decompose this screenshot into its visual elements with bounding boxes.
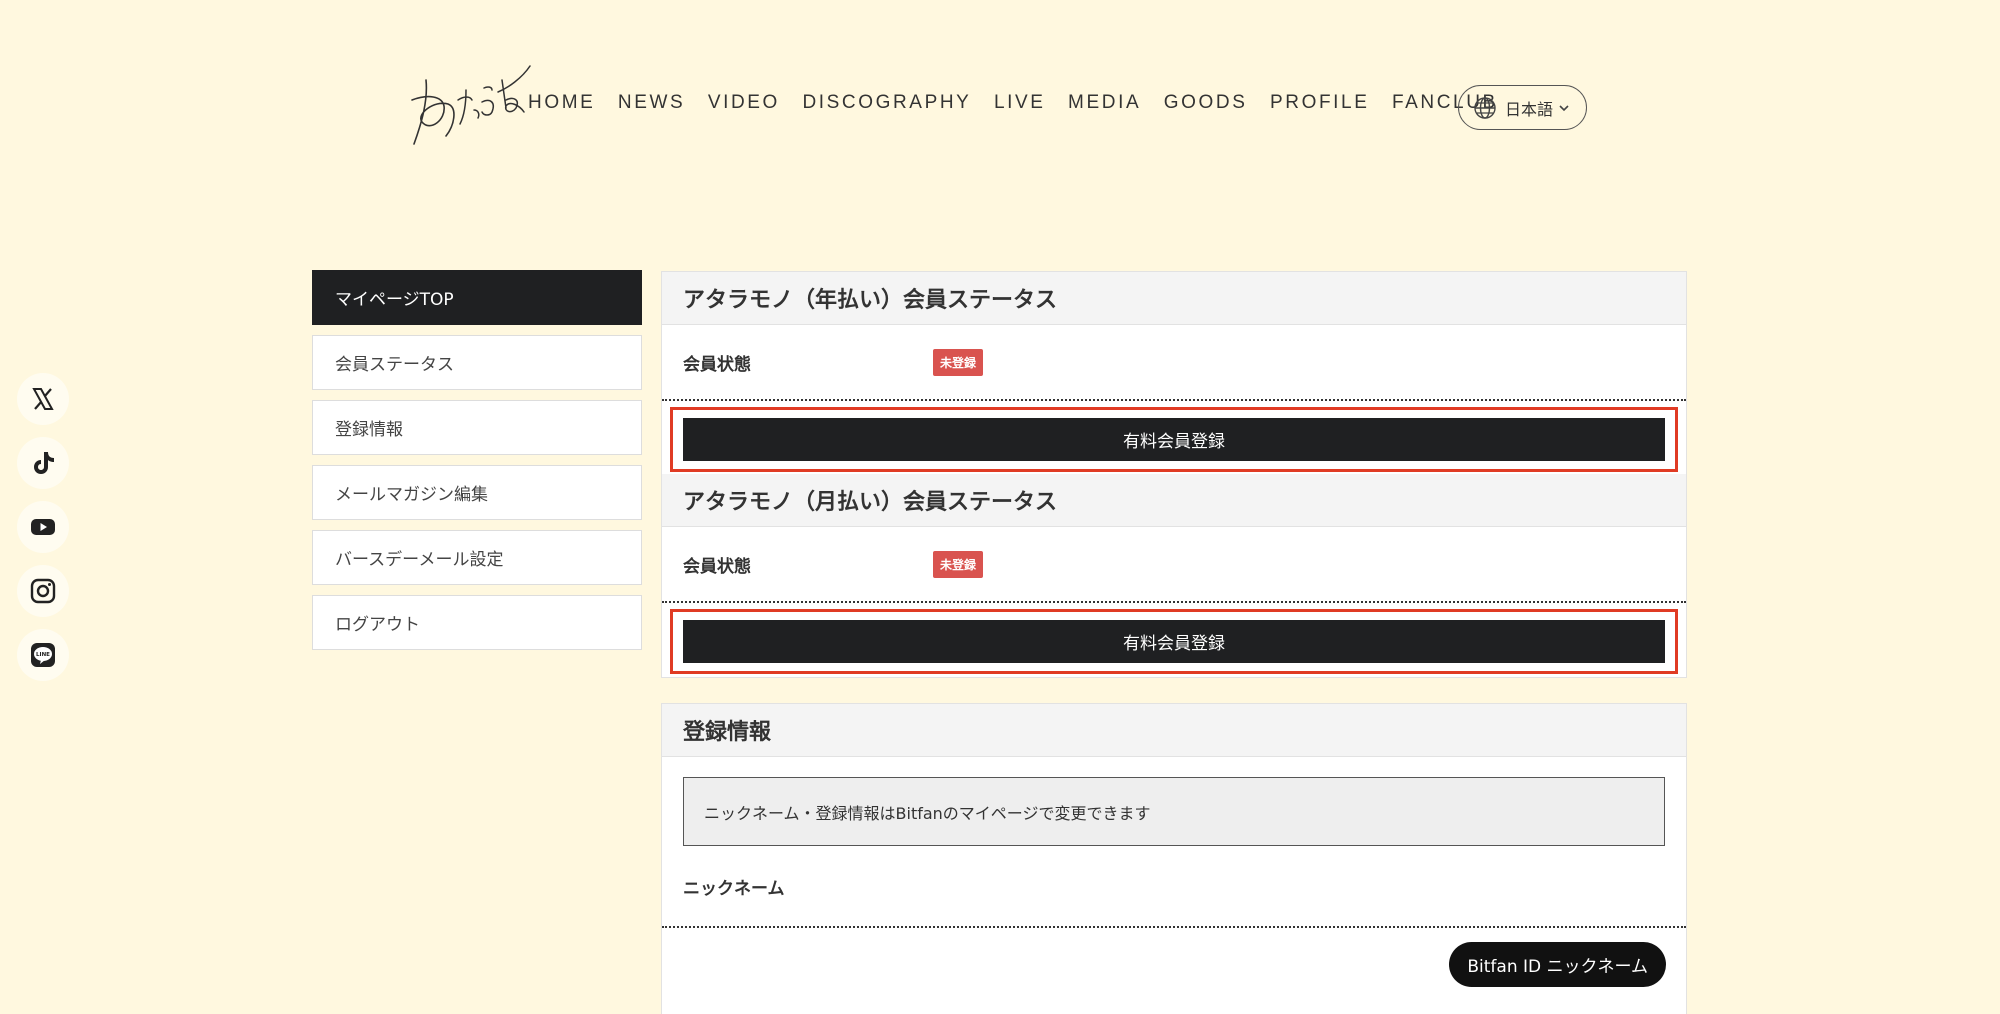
line-icon: LINE bbox=[31, 643, 55, 667]
annual-status-label: 会員状態 bbox=[683, 354, 751, 375]
nav-media[interactable]: MEDIA bbox=[1068, 92, 1141, 114]
nav-live[interactable]: LIVE bbox=[994, 92, 1046, 114]
youtube-link[interactable] bbox=[17, 501, 69, 553]
nav-profile[interactable]: PROFILE bbox=[1270, 92, 1370, 114]
tiktok-icon bbox=[34, 452, 54, 474]
nav-news[interactable]: NEWS bbox=[618, 92, 685, 114]
sidebar-item-birthday-mail[interactable]: バースデーメール設定 bbox=[312, 530, 642, 585]
atarayo-logo[interactable] bbox=[408, 60, 532, 148]
language-label: 日本語 bbox=[1505, 99, 1554, 119]
line-link[interactable]: LINE bbox=[17, 629, 69, 681]
annual-status-row: 会員状態 未登録 bbox=[662, 325, 1686, 401]
monthly-status-row: 会員状態 未登録 bbox=[662, 527, 1686, 603]
monthly-status-heading: アタラモノ（月払い）会員ステータス bbox=[662, 474, 1686, 527]
sidebar-item-logout[interactable]: ログアウト bbox=[312, 595, 642, 650]
language-selector[interactable]: 日本語 bbox=[1458, 85, 1587, 130]
x-link[interactable] bbox=[17, 373, 69, 425]
nickname-label: ニックネーム bbox=[683, 878, 785, 899]
sidebar-item-registration-info[interactable]: 登録情報 bbox=[312, 400, 642, 455]
main-nav: HOME NEWS VIDEO DISCOGRAPHY LIVE MEDIA G… bbox=[528, 92, 1520, 114]
monthly-status-label: 会員状態 bbox=[683, 556, 751, 577]
page: HOME NEWS VIDEO DISCOGRAPHY LIVE MEDIA G… bbox=[0, 0, 2000, 1014]
instagram-icon bbox=[30, 578, 56, 604]
registration-info-panel: 登録情報 ニックネーム・登録情報はBitfanのマイページで変更できます ニック… bbox=[661, 703, 1687, 1014]
annual-register-button[interactable]: 有料会員登録 bbox=[683, 418, 1665, 461]
nav-discography[interactable]: DISCOGRAPHY bbox=[802, 92, 971, 114]
sidebar-item-member-status[interactable]: 会員ステータス bbox=[312, 335, 642, 390]
mypage-sidebar: マイページTOP 会員ステータス 登録情報 メールマガジン編集 バースデーメール… bbox=[312, 270, 642, 660]
monthly-register-button[interactable]: 有料会員登録 bbox=[683, 620, 1665, 663]
bitfan-nickname-button[interactable]: Bitfan ID ニックネーム bbox=[1449, 942, 1666, 987]
monthly-status-badge: 未登録 bbox=[933, 550, 984, 578]
globe-icon bbox=[1474, 96, 1496, 119]
annual-register-highlight: 有料会員登録 bbox=[670, 407, 1678, 472]
bitfan-notice: ニックネーム・登録情報はBitfanのマイページで変更できます bbox=[683, 777, 1665, 846]
registration-heading: 登録情報 bbox=[662, 704, 1686, 757]
x-icon bbox=[32, 388, 54, 410]
sidebar-item-mypage-top[interactable]: マイページTOP bbox=[312, 270, 642, 325]
nav-video[interactable]: VIDEO bbox=[708, 92, 780, 114]
youtube-icon bbox=[31, 519, 55, 535]
annual-status-heading: アタラモノ（年払い）会員ステータス bbox=[662, 272, 1686, 325]
monthly-register-highlight: 有料会員登録 bbox=[670, 609, 1678, 674]
annual-status-badge: 未登録 bbox=[933, 348, 984, 376]
nav-home[interactable]: HOME bbox=[528, 92, 595, 114]
nickname-action: Bitfan ID ニックネーム bbox=[662, 928, 1686, 987]
nav-goods[interactable]: GOODS bbox=[1164, 92, 1248, 114]
tiktok-link[interactable] bbox=[17, 437, 69, 489]
chevron-down-icon bbox=[1559, 104, 1569, 111]
social-links: LINE bbox=[17, 373, 69, 693]
instagram-link[interactable] bbox=[17, 565, 69, 617]
nickname-row: ニックネーム bbox=[662, 846, 1686, 928]
svg-text:LINE: LINE bbox=[36, 652, 50, 658]
membership-status-panel: アタラモノ（年払い）会員ステータス 会員状態 未登録 有料会員登録 アタラモノ（… bbox=[661, 271, 1687, 678]
sidebar-item-mail-magazine[interactable]: メールマガジン編集 bbox=[312, 465, 642, 520]
